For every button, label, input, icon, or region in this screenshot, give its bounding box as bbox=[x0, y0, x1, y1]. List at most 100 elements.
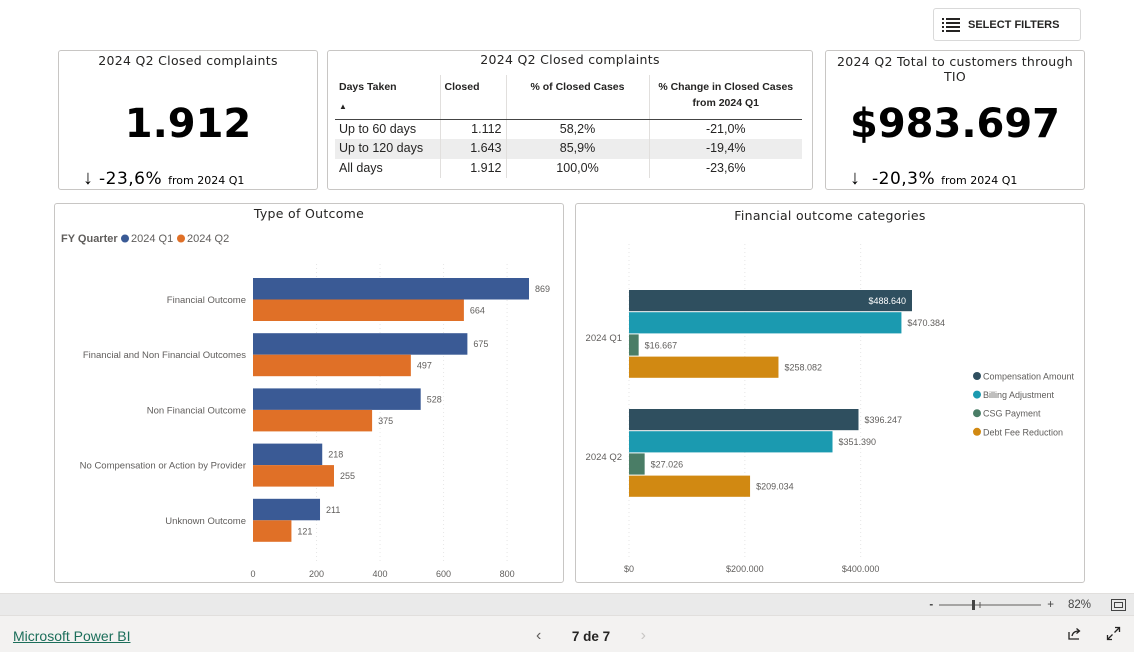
select-filters-label: SELECT FILTERS bbox=[968, 18, 1060, 31]
kpi-closed-from: from 2024 Q1 bbox=[168, 174, 245, 187]
kpi-closed-delta: -23,6% bbox=[99, 169, 163, 189]
closed-complaints-table-card[interactable]: 2024 Q2 Closed complaints Days Taken ▲ Cl… bbox=[327, 50, 813, 190]
bar bbox=[253, 333, 468, 355]
kpi-closed-title: 2024 Q2 Closed complaints bbox=[98, 53, 278, 68]
kpi-tio-value: $983.697 bbox=[849, 101, 1061, 147]
data-label: 211 bbox=[326, 505, 340, 515]
cell-days-taken: All days bbox=[335, 158, 441, 178]
data-label: $16.667 bbox=[645, 340, 678, 350]
kpi-closed-complaints-card[interactable]: 2024 Q2 Closed complaints 1.912 ↓ -23,6%… bbox=[58, 50, 318, 190]
type-of-outcome-chart-card[interactable]: Type of Outcome FY Quarter 2024 Q1 2024 Q2… bbox=[54, 203, 564, 583]
legend-entry: 2024 Q2 bbox=[187, 233, 229, 245]
legend-marker bbox=[973, 409, 981, 418]
select-filters-button[interactable]: SELECT FILTERS bbox=[933, 8, 1081, 41]
category-label: No Compensation or Action by Provider bbox=[80, 461, 246, 472]
bar bbox=[253, 520, 292, 542]
table-row[interactable]: Up to 60 days 1.112 58,2% -21,0% bbox=[335, 119, 802, 139]
legend-entry: Billing Adjustment bbox=[983, 390, 1055, 400]
financial-outcome-chart-card[interactable]: Financial outcome categories $0 $200.000 $… bbox=[575, 203, 1085, 583]
column-header-closed[interactable]: Closed bbox=[440, 75, 507, 120]
table-row[interactable]: All days 1.912 100,0% -23,6% bbox=[335, 158, 802, 178]
column-header-pct-change[interactable]: % Change in Closed Cases from 2024 Q1 bbox=[649, 75, 802, 120]
previous-page-button[interactable]: ‹ bbox=[536, 627, 541, 645]
cell-pct-change: -23,6% bbox=[705, 160, 746, 175]
data-label: 675 bbox=[473, 339, 488, 349]
x-tick-label: 800 bbox=[500, 569, 515, 579]
kpi-tio-total-card[interactable]: 2024 Q2 Total to customers through TIO $… bbox=[825, 50, 1085, 190]
x-tick-label: $200.000 bbox=[726, 564, 764, 574]
data-label: $258.082 bbox=[784, 363, 822, 373]
bar bbox=[253, 465, 334, 487]
data-label: $209.034 bbox=[756, 482, 794, 492]
bar bbox=[629, 356, 779, 378]
arrow-down-icon: ↓ bbox=[83, 167, 93, 189]
category-label: 2024 Q1 bbox=[586, 333, 622, 344]
legend-marker bbox=[177, 234, 185, 243]
data-label: $351.390 bbox=[839, 437, 877, 447]
category-label: Unknown Outcome bbox=[165, 516, 246, 527]
bar bbox=[253, 498, 321, 521]
bar bbox=[253, 278, 529, 300]
x-tick-label: 0 bbox=[250, 569, 255, 579]
bar bbox=[253, 299, 464, 321]
fullscreen-icon[interactable] bbox=[1106, 626, 1121, 641]
legend-marker bbox=[973, 390, 981, 399]
data-label: 218 bbox=[328, 450, 343, 460]
bar bbox=[629, 409, 859, 431]
x-tick-label: 600 bbox=[436, 569, 451, 579]
x-tick-label: 200 bbox=[309, 569, 324, 579]
share-icon[interactable] bbox=[1067, 626, 1082, 641]
data-label: $27.026 bbox=[651, 459, 684, 469]
cell-pct-change: -19,4% bbox=[649, 139, 802, 159]
bar bbox=[629, 312, 902, 334]
kpi-closed-value: 1.912 bbox=[124, 101, 252, 147]
bar bbox=[253, 354, 411, 377]
cell-pct-closed: 85,9% bbox=[506, 139, 650, 159]
legend-marker bbox=[973, 427, 981, 436]
cell-days-taken: Up to 60 days bbox=[335, 119, 441, 139]
legend-entry: Debt Fee Reduction bbox=[983, 427, 1063, 437]
legend-marker bbox=[121, 234, 129, 243]
zoom-level: 82% bbox=[1067, 599, 1091, 611]
list-icon bbox=[942, 17, 960, 32]
legend-marker bbox=[973, 372, 981, 380]
category-label: Financial and Non Financial Outcomes bbox=[83, 350, 246, 361]
table-row[interactable]: Up to 120 days 1.643 85,9% -19,4% bbox=[335, 139, 802, 159]
zoom-in-button[interactable]: + bbox=[1047, 599, 1054, 611]
data-label: 121 bbox=[297, 526, 312, 536]
zoom-bar: - + 82% bbox=[0, 593, 1134, 615]
sort-ascending-icon[interactable]: ▲ bbox=[339, 99, 436, 115]
type-of-outcome-chart: FY Quarter 2024 Q1 2024 Q2 0 200 400 600 800 Fin… bbox=[61, 233, 550, 579]
x-tick-label: $400.000 bbox=[842, 564, 880, 574]
power-bi-link[interactable]: Microsoft Power BI bbox=[13, 628, 130, 644]
zoom-slider-thumb[interactable] bbox=[972, 600, 976, 610]
category-label: 2024 Q2 bbox=[586, 452, 622, 463]
kpi-tio-delta: -20,3% bbox=[872, 169, 936, 189]
column-header-pct-closed[interactable]: % of Closed Cases bbox=[506, 75, 650, 120]
next-page-button[interactable]: › bbox=[641, 627, 646, 645]
table-title: 2024 Q2 Closed complaints bbox=[480, 52, 660, 67]
page-navigation: ‹ 7 de 7 › bbox=[536, 627, 646, 645]
bar bbox=[629, 334, 639, 356]
x-tick-label: 400 bbox=[373, 569, 388, 579]
cell-pct-change: -21,0% bbox=[705, 122, 746, 136]
category-label: Non Financial Outcome bbox=[147, 405, 246, 416]
page-indicator: 7 de 7 bbox=[571, 628, 611, 644]
bar bbox=[629, 475, 751, 497]
zoom-out-button[interactable]: - bbox=[929, 599, 933, 611]
zoom-slider[interactable] bbox=[939, 599, 1042, 611]
arrow-down-icon: ↓ bbox=[850, 167, 860, 189]
category-label: Financial Outcome bbox=[167, 295, 246, 306]
data-label: 528 bbox=[427, 394, 442, 404]
legend-entry: 2024 Q1 bbox=[131, 233, 173, 245]
data-label: $396.247 bbox=[864, 415, 902, 425]
fit-to-page-icon[interactable] bbox=[1111, 599, 1126, 611]
cell-pct-closed: 58,2% bbox=[506, 119, 650, 139]
cell-closed: 1.643 bbox=[440, 139, 507, 159]
column-header-days-taken[interactable]: Days Taken ▲ bbox=[335, 75, 441, 120]
bar bbox=[253, 388, 421, 410]
cell-days-taken: Up to 120 days bbox=[335, 139, 441, 159]
legend-entry: Compensation Amount bbox=[983, 372, 1075, 382]
data-label: 375 bbox=[378, 416, 393, 426]
data-label: 497 bbox=[417, 361, 432, 371]
